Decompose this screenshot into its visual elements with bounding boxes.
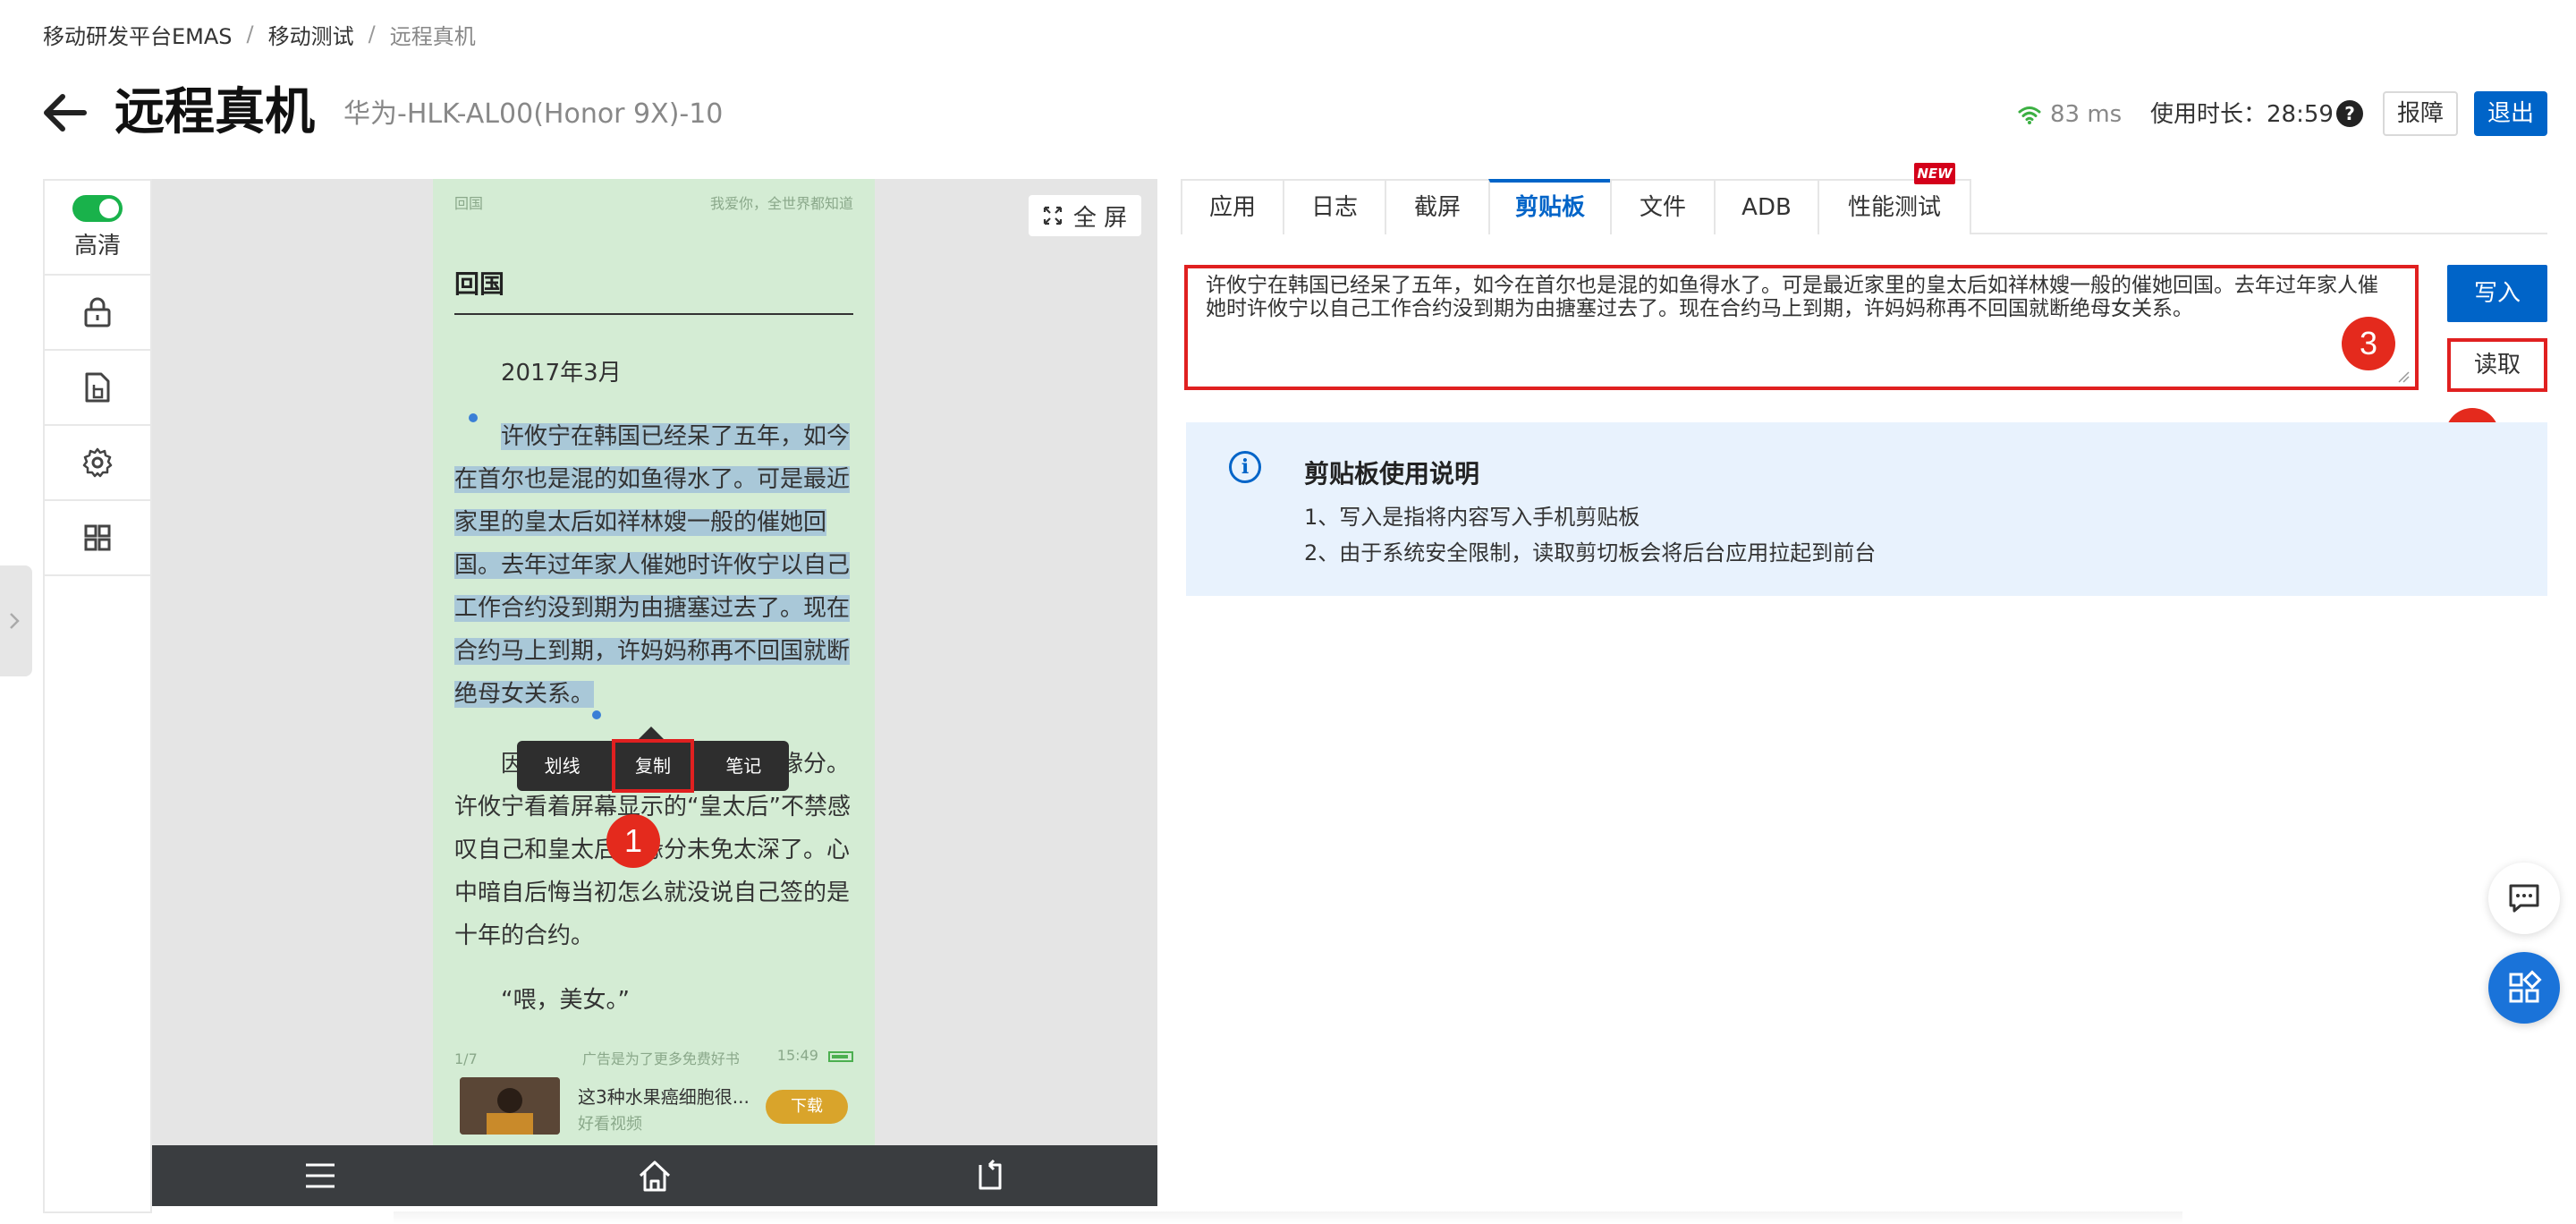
settings-button[interactable] [45,426,150,501]
phone-nav-bar [152,1145,1157,1206]
selected-text[interactable]: 许攸宁在韩国已经呆了五年，如今在首尔也是混的如鱼得水了。可是最近家里的皇太后如祥… [454,423,851,708]
fullscreen-button[interactable]: 全 屏 [1029,195,1141,236]
help-icon[interactable]: ? [2336,100,2363,127]
breadcrumb-item-emas[interactable]: 移动研发平台EMAS [43,19,233,50]
menu-item-note[interactable]: 笔记 [699,741,789,791]
info-icon: i [1229,451,1261,483]
page-indicator: 1/7 [454,1050,478,1067]
hd-label: 高清 [73,232,121,259]
tab-files[interactable]: 文件 [1610,179,1716,234]
chapter-divider [454,313,853,315]
step-marker-1: 1 [606,814,660,868]
apps-fab[interactable] [2488,952,2560,1024]
lock-button[interactable] [45,276,150,351]
reader-clock: 15:49 [777,1047,853,1064]
device-toolbar: 高清 [43,179,152,1213]
install-apk-icon [85,372,110,403]
back-arrow-icon[interactable] [39,88,89,138]
side-collapse-handle[interactable] [0,565,32,676]
home-icon[interactable] [637,1158,673,1194]
chapter-title: 回国 [454,269,505,299]
menu-icon[interactable] [302,1158,338,1194]
tab-performance[interactable]: 性能测试 [1818,179,1971,234]
chat-icon [2509,884,2539,913]
selection-end-handle[interactable] [592,710,601,719]
settings-icon [82,447,113,478]
notice-line-1: 1、写入是指将内容写入手机剪贴板 [1304,505,1640,530]
ad-note: 广告是为了更多免费好书 [581,1050,740,1067]
tab-screenshot[interactable]: 截屏 [1385,179,1490,234]
clipboard-content[interactable]: 许攸宁在韩国已经呆了五年，如今在首尔也是混的如鱼得水了。可是最近家里的皇太后如祥… [1206,274,2397,320]
page-title: 远程真机 [114,83,315,141]
breadcrumb-item-mobile-test[interactable]: 移动测试 [268,19,354,50]
latency-value: 83 ms [2050,101,2123,128]
tab-clipboard[interactable]: 剪贴板 [1488,179,1612,234]
menu-item-underline[interactable]: 划线 [517,741,607,791]
hd-switch[interactable] [72,194,123,222]
breadcrumb-item-current: 远程真机 [389,23,476,49]
fullscreen-icon [1043,206,1062,225]
tab-logs[interactable]: 日志 [1283,179,1386,234]
apps-grid-icon [2509,970,2542,1003]
phone-screen[interactable]: 回国 我爱你，全世界都知道 回国 2017年3月 许攸宁在韩国已经呆了五年，如今… [433,179,875,1145]
paragraph-3: “喂，美女。” [501,987,630,1014]
tab-apps[interactable]: 应用 [1181,179,1284,234]
reader-header-text: 我爱你，全世界都知道 [709,195,853,212]
ad-download-button[interactable]: 下载 [766,1090,848,1124]
read-button[interactable]: 读取 [2447,338,2547,392]
step-marker-3: 3 [2342,317,2395,370]
grid-icon [84,524,111,551]
bottom-shadow [394,1211,2182,1224]
reader-book-title: 回国 [454,195,484,212]
ad-thumbnail[interactable] [460,1077,560,1135]
ad-source: 好看视频 [578,1115,642,1134]
hd-toggle[interactable]: 高清 [45,181,150,276]
breadcrumb-separator: / [368,21,376,47]
install-apk-button[interactable] [45,351,150,426]
device-name: 华为-HLK-AL00(Honor 9X)-10 [343,98,724,130]
notice-line-2: 2、由于系统安全限制，读取剪切板会将后台应用拉起到前台 [1304,540,1877,565]
back-icon[interactable] [971,1158,1007,1194]
tab-adb[interactable]: ADB [1714,179,1819,234]
copy-highlight-box [612,739,694,793]
wifi-icon [2018,106,2041,124]
chapter-date: 2017年3月 [501,360,622,387]
function-tabs: 应用 日志 截屏 剪贴板 文件 ADB 性能测试 [1181,179,2547,234]
reader-footer: 1/7 广告是为了更多免费好书 15:49 [454,1047,853,1068]
ad-title[interactable]: 这3种水果癌细胞很... [578,1083,750,1109]
selected-paragraph[interactable]: 许攸宁在韩国已经呆了五年，如今在首尔也是混的如鱼得水了。可是最近家里的皇太后如祥… [454,415,853,716]
resize-handle-icon[interactable] [2397,370,2410,383]
fullscreen-label: 全 屏 [1072,204,1128,232]
lock-icon [84,297,111,327]
clock-time: 15:49 [776,1047,818,1064]
latency-indicator: 83 ms [2018,97,2122,132]
new-badge: NEW [1914,163,1955,184]
chevron-right-icon [10,613,20,629]
ad-image-icon [460,1077,560,1135]
more-tools-button[interactable] [45,501,150,576]
breadcrumb: 移动研发平台EMAS / 移动测试 / 远程真机 [43,19,476,50]
exit-button[interactable]: 退出 [2474,91,2547,136]
notice-title: 剪贴板使用说明 [1304,459,1480,489]
write-button[interactable]: 写入 [2447,265,2547,322]
breadcrumb-separator: / [246,21,254,47]
battery-icon [828,1050,853,1062]
usage-duration: 使用时长：28:59 [2150,101,2334,128]
report-button[interactable]: 报障 [2383,91,2458,136]
feedback-fab[interactable] [2488,863,2560,934]
